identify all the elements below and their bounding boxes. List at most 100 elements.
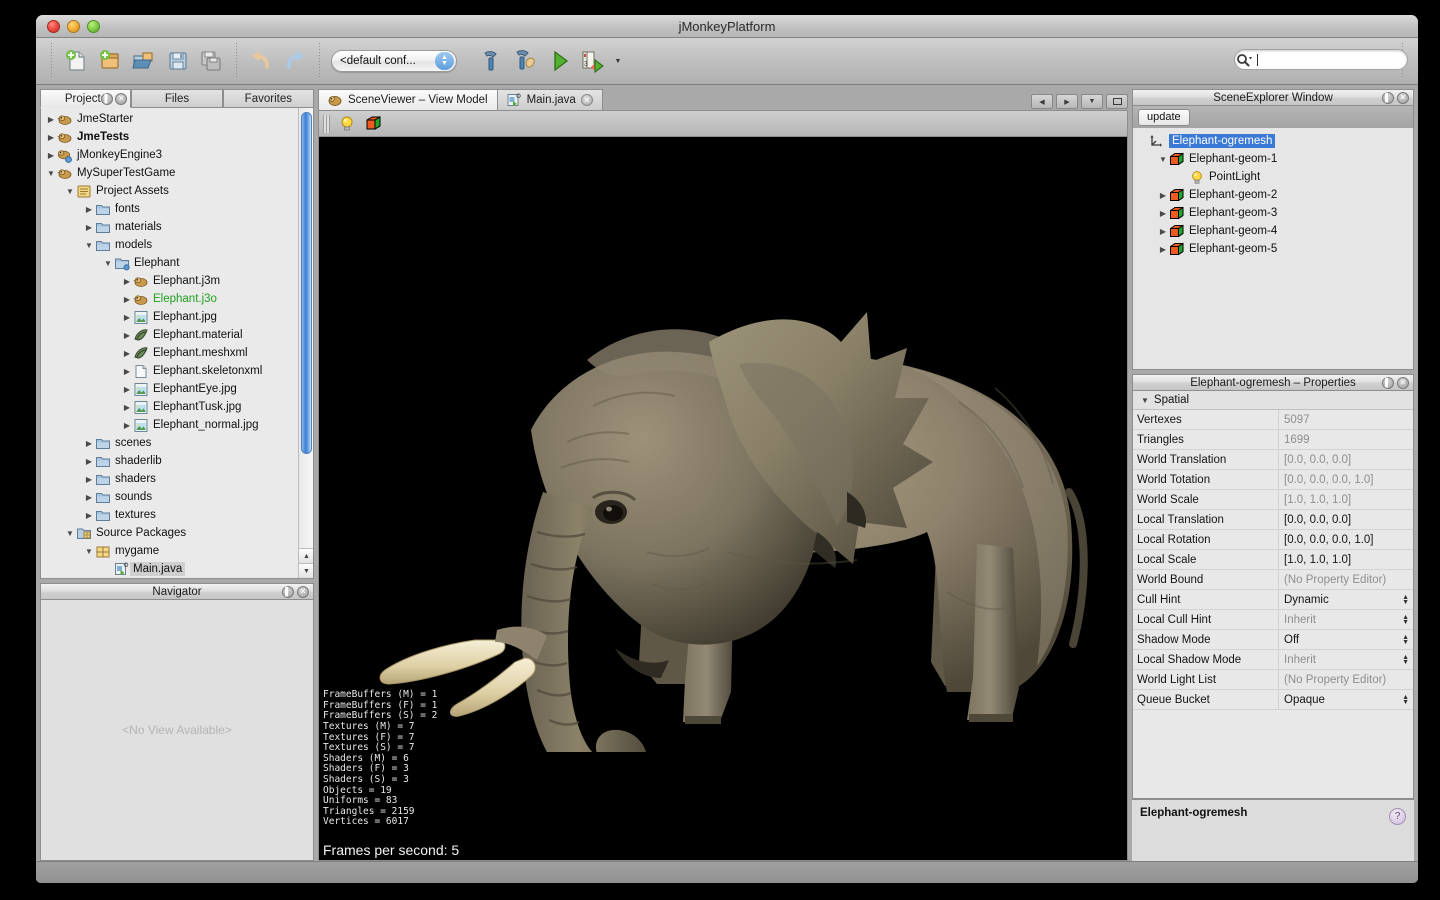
undo-button[interactable]	[244, 44, 278, 78]
float-icon[interactable]: ▌	[1382, 92, 1394, 104]
open-project-button[interactable]	[127, 44, 161, 78]
tree-item-elephanttusk-jpg[interactable]: ▶ElephantTusk.jpg	[41, 398, 298, 416]
redo-button[interactable]	[278, 44, 312, 78]
property-value[interactable]: Inherit▲▼	[1279, 650, 1413, 669]
chevron-down-icon[interactable]: ▼	[64, 529, 76, 538]
tree-item-fonts[interactable]: ▶fonts	[41, 200, 298, 218]
projects-scrollbar[interactable]: ▲ ▼	[298, 108, 313, 578]
viewport-3d[interactable]: FrameBuffers (M) = 1 FrameBuffers (F) = …	[319, 137, 1127, 860]
projects-scrollbar-thumb[interactable]	[301, 112, 312, 454]
configuration-combo-stepper[interactable]: ▲▼	[435, 52, 454, 70]
property-row[interactable]: World Scale[1.0, 1.0, 1.0]	[1133, 490, 1413, 510]
tree-item-mysupertestgame[interactable]: ▼MySuperTestGame	[41, 164, 298, 182]
property-row[interactable]: Local Cull HintInherit▲▼	[1133, 610, 1413, 630]
chevron-right-icon[interactable]: ▶	[121, 277, 133, 286]
tree-item-scenes[interactable]: ▶scenes	[41, 434, 298, 452]
property-value[interactable]: Inherit▲▼	[1279, 610, 1413, 629]
debug-dropdown-arrow-icon[interactable]: ▼	[611, 44, 625, 78]
chevron-right-icon[interactable]: ▶	[45, 133, 57, 142]
search-input[interactable]	[1234, 49, 1408, 70]
scene-node-elephant-ogremesh[interactable]: Elephant-ogremesh	[1133, 132, 1413, 150]
close-icon[interactable]: ✕	[581, 94, 593, 106]
scene-node-elephant-geom-2[interactable]: ▶Elephant-geom-2	[1133, 186, 1413, 204]
update-button[interactable]: update	[1138, 109, 1190, 126]
scene-node-elephant-geom-5[interactable]: ▶Elephant-geom-5	[1133, 240, 1413, 258]
chevron-down-icon[interactable]: ▼	[64, 187, 76, 196]
tree-item-jmestarter[interactable]: ▶JmeStarter	[41, 110, 298, 128]
tab-mainjava[interactable]: Main.java ✕	[497, 89, 603, 110]
tab-sceneviewer[interactable]: SceneViewer – View Model	[318, 89, 498, 110]
help-icon[interactable]: ?	[1389, 808, 1406, 825]
tree-item-textures[interactable]: ▶textures	[41, 506, 298, 524]
chevron-right-icon[interactable]: ▶	[121, 421, 133, 430]
chevron-right-icon[interactable]: ▶	[83, 457, 95, 466]
chevron-right-icon[interactable]: ▶	[121, 367, 133, 376]
tree-item-jmonkeyengine3[interactable]: ▶jMonkeyEngine3	[41, 146, 298, 164]
tree-item-sounds[interactable]: ▶sounds	[41, 488, 298, 506]
close-icon[interactable]: ✕	[297, 586, 309, 598]
save-button[interactable]	[195, 44, 229, 78]
property-value[interactable]: Dynamic▲▼	[1279, 590, 1413, 609]
property-row[interactable]: Local Translation[0.0, 0.0, 0.0]	[1133, 510, 1413, 530]
property-spinner-icon[interactable]: ▲▼	[1402, 615, 1409, 625]
property-row[interactable]: World Totation[0.0, 0.0, 0.0, 1.0]	[1133, 470, 1413, 490]
tree-item-source-packages[interactable]: ▼Source Packages	[41, 524, 298, 542]
chevron-right-icon[interactable]: ▶	[83, 475, 95, 484]
property-spinner-icon[interactable]: ▲▼	[1402, 655, 1409, 665]
property-row[interactable]: Queue BucketOpaque▲▼	[1133, 690, 1413, 710]
tree-item-elephant-meshxml[interactable]: ▶Elephant.meshxml	[41, 344, 298, 362]
property-row[interactable]: Shadow ModeOff▲▼	[1133, 630, 1413, 650]
float-icon[interactable]: ▌	[101, 93, 113, 105]
tree-item-shaderlib[interactable]: ▶shaderlib	[41, 452, 298, 470]
property-row[interactable]: Local Scale[1.0, 1.0, 1.0]	[1133, 550, 1413, 570]
tree-item-elephant[interactable]: ▼Elephant	[41, 254, 298, 272]
property-spinner-icon[interactable]: ▲▼	[1402, 635, 1409, 645]
tree-item-elephant-skeletonxml[interactable]: ▶Elephant.skeletonxml	[41, 362, 298, 380]
property-row[interactable]: Cull HintDynamic▲▼	[1133, 590, 1413, 610]
properties-section-header[interactable]: ▼ Spatial	[1133, 391, 1413, 410]
tree-item-materials[interactable]: ▶materials	[41, 218, 298, 236]
property-row[interactable]: Triangles1699	[1133, 430, 1413, 450]
chevron-down-icon[interactable]: ▼	[1157, 155, 1169, 164]
chevron-right-icon[interactable]: ▶	[83, 205, 95, 214]
property-row[interactable]: Local Rotation[0.0, 0.0, 0.0, 1.0]	[1133, 530, 1413, 550]
toggle-light-button[interactable]	[335, 113, 359, 135]
chevron-right-icon[interactable]: ▶	[1157, 209, 1169, 218]
property-row[interactable]: Local Shadow ModeInherit▲▼	[1133, 650, 1413, 670]
property-row[interactable]: World Bound(No Property Editor)	[1133, 570, 1413, 590]
chevron-right-icon[interactable]: ▶	[121, 331, 133, 340]
chevron-right-icon[interactable]: ▶	[1157, 245, 1169, 254]
scene-node-elephant-geom-3[interactable]: ▶Elephant-geom-3	[1133, 204, 1413, 222]
chevron-right-icon[interactable]: ▶	[83, 493, 95, 502]
chevron-right-icon[interactable]: ▶	[121, 295, 133, 304]
close-icon[interactable]: ✕	[115, 93, 127, 105]
tree-item-mygame[interactable]: ▼mygame	[41, 542, 298, 560]
debug-project-button[interactable]: 3	[577, 44, 611, 78]
tree-item-main-java[interactable]: Main.java	[41, 560, 298, 578]
scroll-up-icon[interactable]: ▲	[299, 548, 314, 563]
scene-node-pointlight[interactable]: PointLight	[1133, 168, 1413, 186]
chevron-right-icon[interactable]: ▶	[121, 349, 133, 358]
tree-item-jmetests[interactable]: ▶JmeTests	[41, 128, 298, 146]
chevron-right-icon[interactable]: ▶	[83, 511, 95, 520]
chevron-right-icon[interactable]: ▶	[83, 223, 95, 232]
property-row[interactable]: Vertexes5097	[1133, 410, 1413, 430]
save-all-button[interactable]	[161, 44, 195, 78]
configuration-combo[interactable]: <default conf... ▲▼	[331, 50, 457, 72]
tree-item-shaders[interactable]: ▶shaders	[41, 470, 298, 488]
new-file-button[interactable]	[59, 44, 93, 78]
toolbar-grip[interactable]	[323, 115, 330, 133]
run-project-button[interactable]	[543, 44, 577, 78]
chevron-right-icon[interactable]: ▶	[121, 313, 133, 322]
property-spinner-icon[interactable]: ▲▼	[1402, 695, 1409, 705]
tab-projects[interactable]: Projects ▌ ✕	[40, 89, 131, 108]
tab-files[interactable]: Files	[131, 89, 222, 108]
tree-item-elephant-material[interactable]: ▶Elephant.material	[41, 326, 298, 344]
chevron-down-icon[interactable]: ▼	[45, 169, 57, 178]
tab-favorites[interactable]: Favorites	[223, 89, 314, 108]
tab-list-button[interactable]: ▼	[1081, 94, 1103, 109]
chevron-right-icon[interactable]: ▶	[1157, 191, 1169, 200]
chevron-right-icon[interactable]: ▶	[45, 151, 57, 160]
tree-item-elephant-normal-jpg[interactable]: ▶Elephant_normal.jpg	[41, 416, 298, 434]
scene-node-elephant-geom-1[interactable]: ▼Elephant-geom-1	[1133, 150, 1413, 168]
